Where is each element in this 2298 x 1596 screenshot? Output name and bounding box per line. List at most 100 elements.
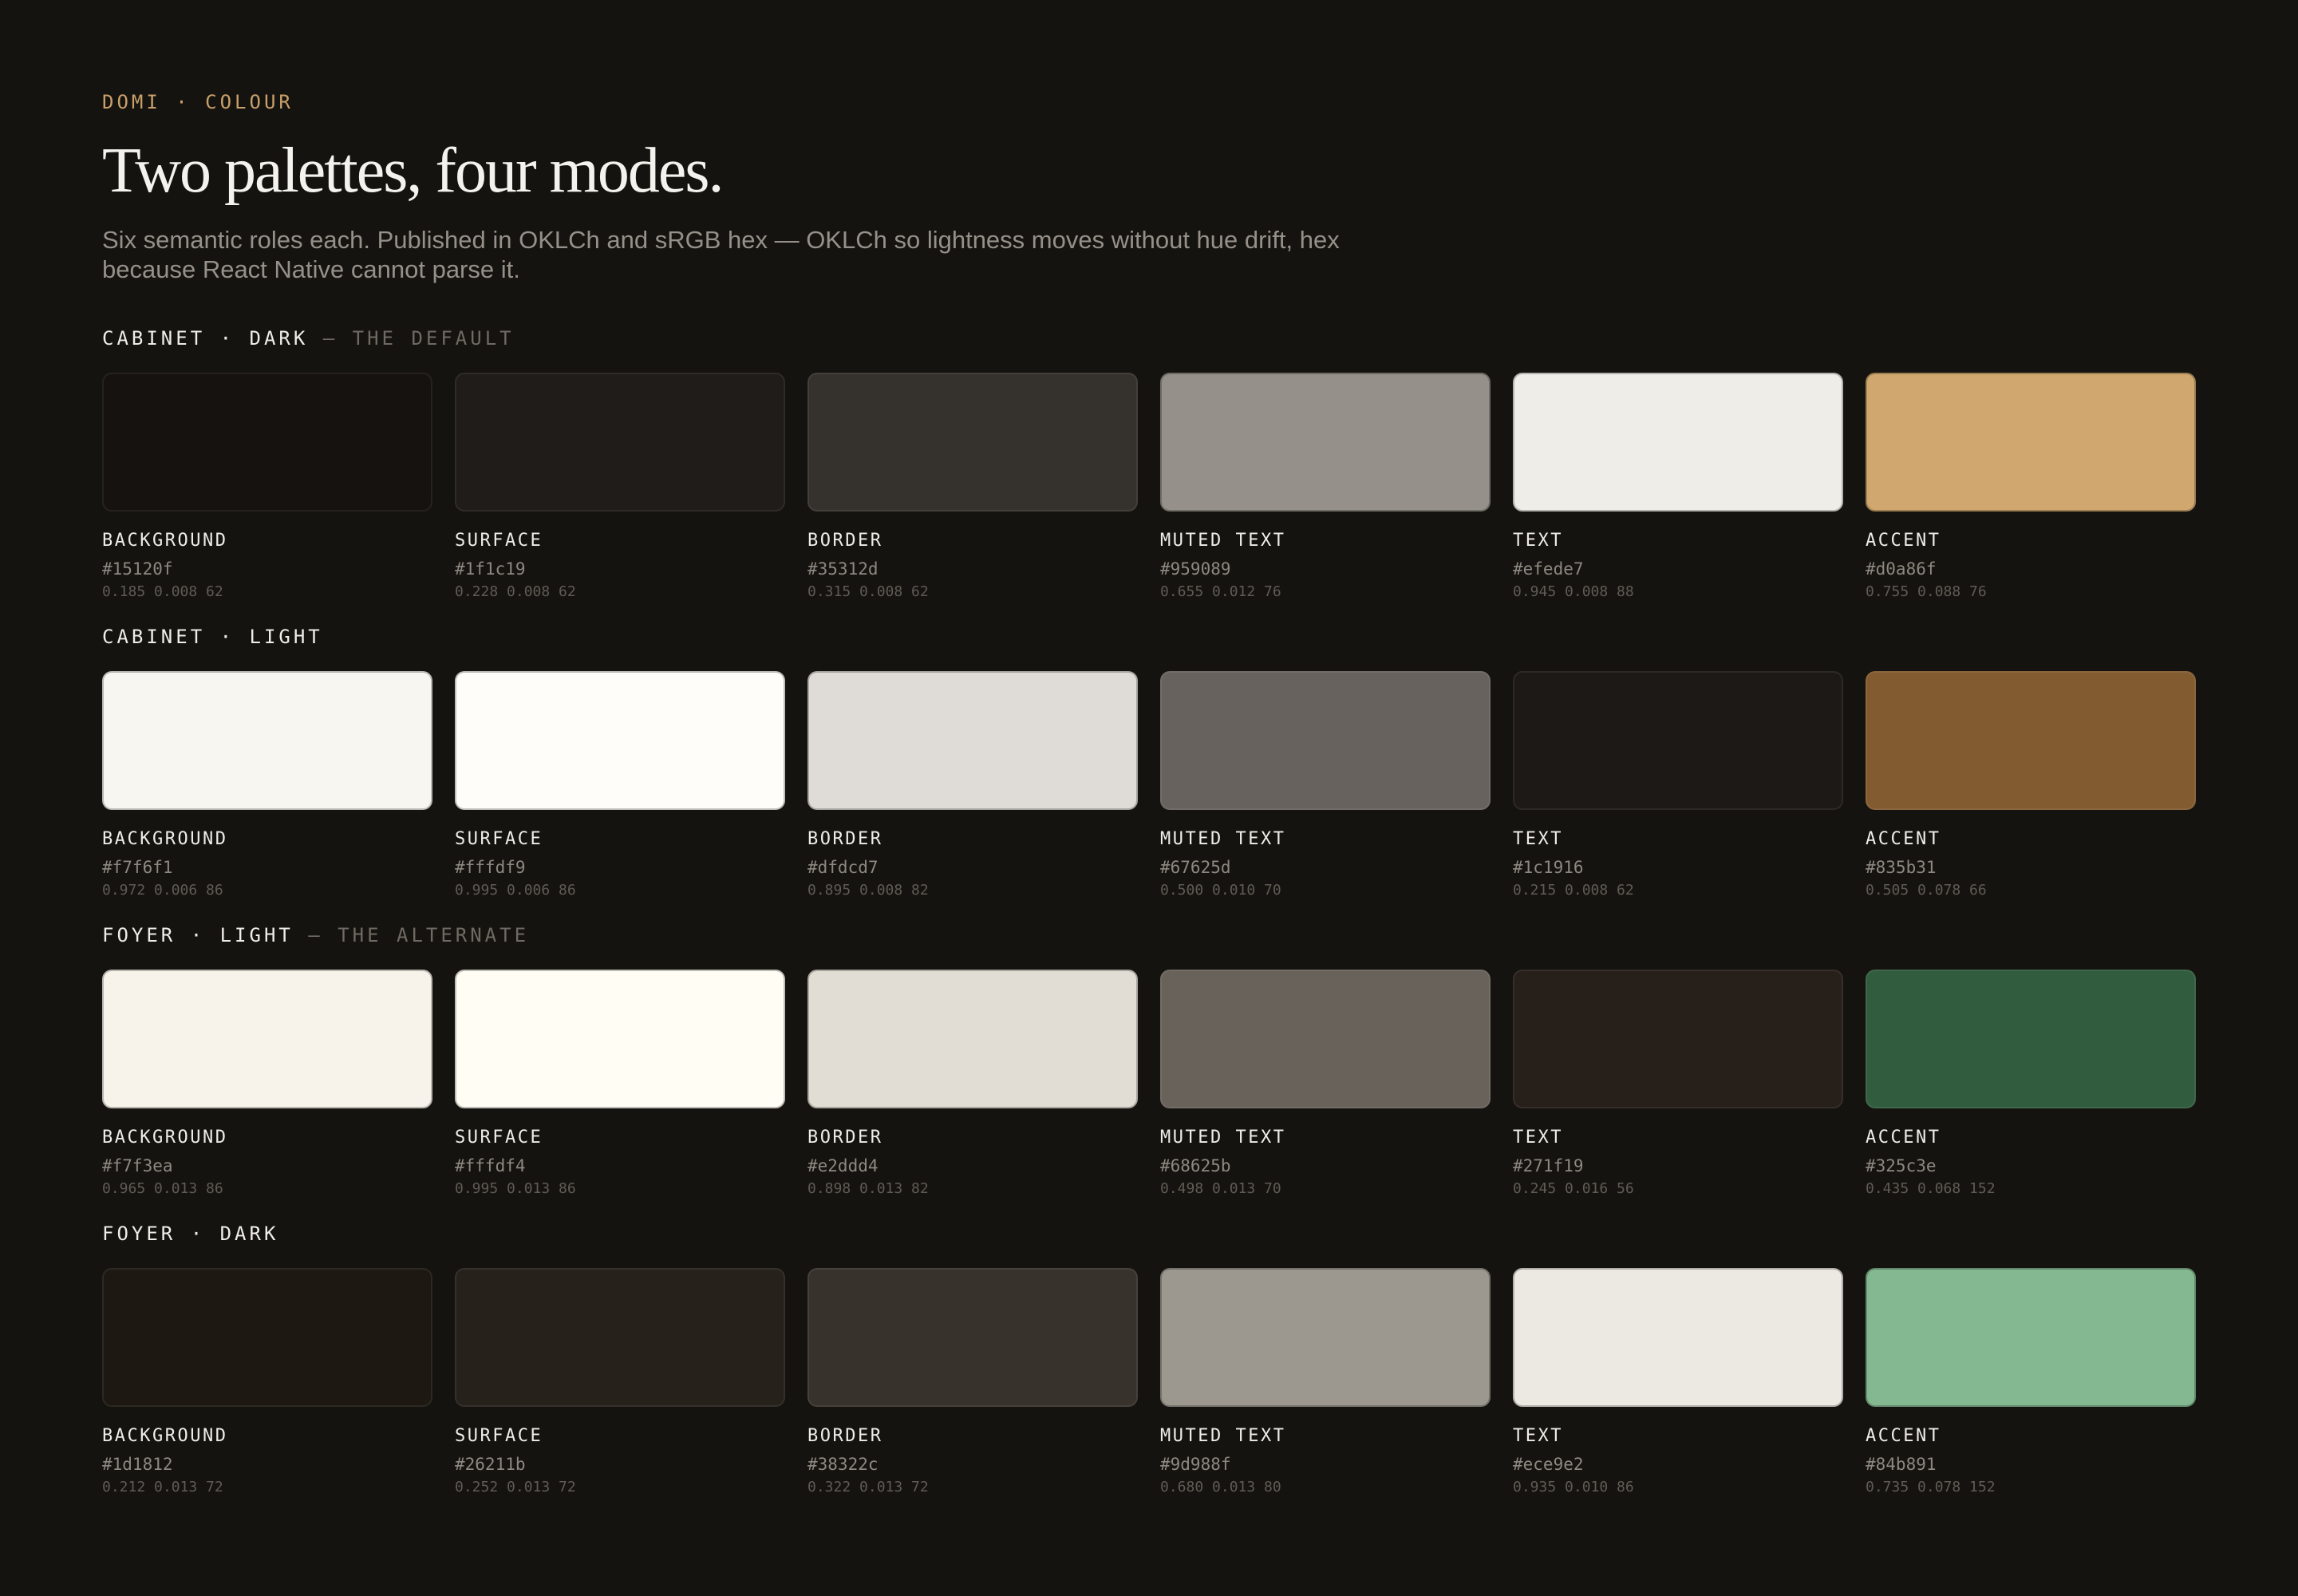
role-label: BACKGROUND (102, 829, 228, 849)
swatch-muted-text[interactable]: MUTED TEXT #9d988f 0.680 0.013 80 (1160, 1268, 1491, 1499)
role-label: SURFACE (455, 531, 543, 551)
role-label: BORDER (807, 531, 883, 551)
hex-value: #e2ddd4 (807, 1156, 879, 1175)
swatch-row: BACKGROUND #15120f 0.185 0.008 62 SURFACE #… (102, 373, 2196, 603)
swatch-surface[interactable]: SURFACE #fffdf9 0.995 0.006 86 (455, 671, 785, 902)
color-chip[interactable] (102, 1268, 432, 1407)
hex-value: #fffdf9 (455, 858, 526, 877)
swatch-border[interactable]: BORDER #dfdcd7 0.895 0.008 82 (807, 671, 1138, 902)
color-chip[interactable] (455, 970, 785, 1108)
swatch-muted-text[interactable]: MUTED TEXT #67625d 0.500 0.010 70 (1160, 671, 1491, 902)
role-label: BORDER (807, 829, 883, 849)
color-chip[interactable] (1160, 970, 1491, 1108)
oklch-value: 0.505 0.078 66 (1866, 882, 1987, 899)
swatch-accent[interactable]: ACCENT #d0a86f 0.755 0.088 76 (1866, 373, 2196, 603)
palette-name: FOYER · LIGHT (102, 924, 294, 946)
color-chip[interactable] (1513, 671, 1843, 810)
hex-value: #dfdcd7 (807, 858, 879, 877)
role-label: MUTED TEXT (1160, 829, 1286, 849)
page-subtitle: Six semantic roles each. Published in OK… (102, 226, 1340, 283)
palette-cabinet-dark: CABINET · DARK — THE DEFAULT BACKGROUND #… (102, 326, 2196, 603)
color-chip[interactable] (1160, 671, 1491, 810)
color-chip[interactable] (1160, 1268, 1491, 1407)
swatch-border[interactable]: BORDER #e2ddd4 0.898 0.013 82 (807, 970, 1138, 1200)
swatch-accent[interactable]: ACCENT #84b891 0.735 0.078 152 (1866, 1268, 2196, 1499)
swatch-accent[interactable]: ACCENT #835b31 0.505 0.078 66 (1866, 671, 2196, 902)
color-chip[interactable] (807, 1268, 1138, 1407)
palette-note: — THE ALTERNATE (293, 924, 530, 946)
oklch-value: 0.755 0.088 76 (1866, 583, 1987, 600)
hex-value: #fffdf4 (455, 1156, 526, 1175)
oklch-value: 0.228 0.008 62 (455, 583, 576, 600)
swatch-surface[interactable]: SURFACE #1f1c19 0.228 0.008 62 (455, 373, 785, 603)
hex-value: #68625b (1160, 1156, 1231, 1175)
swatch-muted-text[interactable]: MUTED TEXT #68625b 0.498 0.013 70 (1160, 970, 1491, 1200)
color-chip[interactable] (1513, 970, 1843, 1108)
hex-value: #efede7 (1513, 559, 1584, 579)
hex-value: #15120f (102, 559, 173, 579)
swatch-muted-text[interactable]: MUTED TEXT #959089 0.655 0.012 76 (1160, 373, 1491, 603)
color-chip[interactable] (1866, 373, 2196, 512)
color-chip[interactable] (807, 970, 1138, 1108)
swatch-border[interactable]: BORDER #38322c 0.322 0.013 72 (807, 1268, 1138, 1499)
hex-value: #67625d (1160, 858, 1231, 877)
swatch-accent[interactable]: ACCENT #325c3e 0.435 0.068 152 (1866, 970, 2196, 1200)
hex-value: #9d988f (1160, 1455, 1231, 1474)
color-chip[interactable] (102, 671, 432, 810)
swatch-background[interactable]: BACKGROUND #1d1812 0.212 0.013 72 (102, 1268, 432, 1499)
swatch-text[interactable]: TEXT #efede7 0.945 0.008 88 (1513, 373, 1843, 603)
color-chip[interactable] (455, 671, 785, 810)
swatch-border[interactable]: BORDER #35312d 0.315 0.008 62 (807, 373, 1138, 603)
oklch-value: 0.245 0.016 56 (1513, 1180, 1634, 1197)
swatch-row: BACKGROUND #f7f3ea 0.965 0.013 86 SURFACE #… (102, 970, 2196, 1200)
swatch-surface[interactable]: SURFACE #fffdf4 0.995 0.013 86 (455, 970, 785, 1200)
color-chip[interactable] (102, 970, 432, 1108)
color-chip[interactable] (807, 671, 1138, 810)
swatch-background[interactable]: BACKGROUND #f7f3ea 0.965 0.013 86 (102, 970, 432, 1200)
hex-value: #38322c (807, 1455, 879, 1474)
swatch-text[interactable]: TEXT #ece9e2 0.935 0.010 86 (1513, 1268, 1843, 1499)
color-chip[interactable] (455, 373, 785, 512)
hex-value: #f7f6f1 (102, 858, 173, 877)
hex-value: #959089 (1160, 559, 1231, 579)
oklch-value: 0.315 0.008 62 (807, 583, 929, 600)
role-label: BACKGROUND (102, 531, 228, 551)
palette-note: — THE DEFAULT (308, 327, 515, 350)
color-chip[interactable] (1866, 1268, 2196, 1407)
palette-foyer-light: FOYER · LIGHT — THE ALTERNATE BACKGROUND… (102, 922, 2196, 1200)
oklch-value: 0.498 0.013 70 (1160, 1180, 1281, 1197)
role-label: MUTED TEXT (1160, 1128, 1286, 1148)
swatch-text[interactable]: TEXT #271f19 0.245 0.016 56 (1513, 970, 1843, 1200)
hex-value: #f7f3ea (102, 1156, 173, 1175)
swatch-background[interactable]: BACKGROUND #f7f6f1 0.972 0.006 86 (102, 671, 432, 902)
color-chip[interactable] (455, 1268, 785, 1407)
color-chip[interactable] (1866, 671, 2196, 810)
palette-name: FOYER · DARK (102, 1223, 279, 1245)
role-label: ACCENT (1866, 1426, 1941, 1446)
oklch-value: 0.898 0.013 82 (807, 1180, 929, 1197)
color-chip[interactable] (1513, 373, 1843, 512)
oklch-value: 0.500 0.010 70 (1160, 882, 1281, 899)
hex-value: #26211b (455, 1455, 526, 1474)
color-chip[interactable] (1866, 970, 2196, 1108)
hex-value: #1d1812 (102, 1455, 173, 1474)
role-label: MUTED TEXT (1160, 531, 1286, 551)
color-chip[interactable] (102, 373, 432, 512)
oklch-value: 0.680 0.013 80 (1160, 1479, 1281, 1495)
role-label: ACCENT (1866, 829, 1941, 849)
swatch-surface[interactable]: SURFACE #26211b 0.252 0.013 72 (455, 1268, 785, 1499)
color-chip[interactable] (807, 373, 1138, 512)
swatch-row: BACKGROUND #1d1812 0.212 0.013 72 SURFACE #… (102, 1268, 2196, 1499)
oklch-value: 0.655 0.012 76 (1160, 583, 1281, 600)
color-chip[interactable] (1513, 1268, 1843, 1407)
page-title: Two palettes, four modes. (102, 136, 725, 206)
swatch-background[interactable]: BACKGROUND #15120f 0.185 0.008 62 (102, 373, 432, 603)
role-label: SURFACE (455, 1128, 543, 1148)
oklch-value: 0.965 0.013 86 (102, 1180, 223, 1197)
palette-heading: CABINET · LIGHT (102, 624, 2196, 650)
color-chip[interactable] (1160, 373, 1491, 512)
swatch-text[interactable]: TEXT #1c1916 0.215 0.008 62 (1513, 671, 1843, 902)
palette-name: CABINET · DARK (102, 327, 309, 350)
role-label: TEXT (1513, 1426, 1563, 1446)
swatch-row: BACKGROUND #f7f6f1 0.972 0.006 86 SURFACE #… (102, 671, 2196, 902)
